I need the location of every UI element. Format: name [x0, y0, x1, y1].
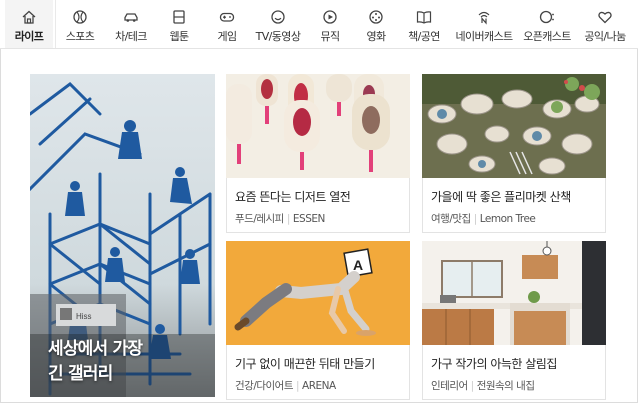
- tab-movie[interactable]: 영화: [354, 0, 398, 48]
- opencast-icon: [539, 10, 554, 24]
- tab-sports[interactable]: 스포츠: [57, 0, 103, 48]
- tab-books-shows[interactable]: 책/공연: [400, 0, 448, 48]
- article-card[interactable]: A 기구 없이 매끈한 뒤태 만들기 건강/다이어트 | ARENA: [226, 241, 410, 400]
- card-category[interactable]: 인테리어: [431, 380, 468, 392]
- tab-opencast[interactable]: 오픈캐스트: [518, 0, 576, 48]
- card-caption: 요즘 뜬다는 디저트 열전 푸드/레시피 | ESSEN: [226, 178, 410, 233]
- featured-title-line2: 긴 갤러리: [48, 364, 113, 384]
- card-category[interactable]: 여행/맛집: [431, 213, 471, 225]
- category-nav: 라이프 스포츠 차/테크 웹툰 게임 TV/동영상 뮤직 영화 책/공연 네이버…: [0, 0, 638, 49]
- card-caption: 가구 작가의 아늑한 살림집 인테리어 | 전원속의 내집: [422, 345, 606, 400]
- interior-thumbnail: [422, 241, 606, 345]
- tab-label: 공익/나눔: [584, 30, 626, 43]
- tab-label: 영화: [366, 30, 386, 43]
- svg-text:A: A: [353, 257, 363, 273]
- tab-label: TV/동영상: [255, 30, 301, 43]
- cast-icon: [478, 11, 490, 25]
- fitness-thumbnail: A: [226, 241, 410, 345]
- tab-music[interactable]: 뮤직: [308, 0, 352, 48]
- meta-divider: |: [286, 213, 291, 225]
- featured-title-line1: 세상에서 가장: [48, 339, 143, 359]
- card-source[interactable]: Lemon Tree: [480, 213, 536, 225]
- tab-label: 차/테크: [115, 30, 147, 43]
- tab-label: 오픈캐스트: [523, 30, 571, 43]
- tab-label: 게임: [217, 30, 237, 43]
- meta-divider: |: [296, 380, 300, 392]
- tab-navercast[interactable]: 네이버캐스트: [452, 0, 516, 48]
- film-reel-icon: [369, 10, 383, 24]
- article-card[interactable]: 가구 작가의 아늑한 살림집 인테리어 | 전원속의 내집: [422, 241, 606, 400]
- card-meta: 건강/다이어트 | ARENA: [235, 378, 401, 393]
- tab-car-tech[interactable]: 차/테크: [108, 0, 154, 48]
- tab-game[interactable]: 게임: [204, 0, 250, 48]
- sign-text: Hiss: [76, 312, 92, 321]
- featured-title[interactable]: 세상에서 가장 긴 갤러리: [48, 337, 143, 387]
- open-book-icon: [416, 11, 432, 24]
- card-source[interactable]: ESSEN: [293, 213, 325, 225]
- flea-market-thumbnail: [422, 74, 606, 178]
- gamepad-icon: [219, 12, 235, 22]
- tab-label: 뮤직: [320, 30, 340, 43]
- card-meta: 여행/맛집 | Lemon Tree: [431, 211, 597, 226]
- tab-tv-video[interactable]: TV/동영상: [252, 0, 304, 48]
- nav-divider: [55, 0, 56, 48]
- book-icon: [173, 10, 185, 24]
- article-card[interactable]: 가을에 딱 좋은 플리마켓 산책 여행/맛집 | Lemon Tree: [422, 74, 606, 233]
- tab-label: 책/공연: [408, 30, 440, 43]
- card-meta: 푸드/레시피 | ESSEN: [235, 211, 401, 226]
- tab-public-sharing[interactable]: 공익/나눔: [580, 0, 630, 48]
- house-icon: [22, 10, 36, 24]
- tab-label: 웹툰: [169, 30, 189, 43]
- article-card[interactable]: 요즘 뜬다는 디저트 열전 푸드/레시피 | ESSEN: [226, 74, 410, 233]
- ball-icon: [73, 10, 87, 24]
- card-caption: 가을에 딱 좋은 플리마켓 산책 여행/맛집 | Lemon Tree: [422, 178, 606, 233]
- meta-divider: |: [473, 213, 478, 225]
- card-title[interactable]: 기구 없이 매끈한 뒤태 만들기: [235, 345, 401, 372]
- card-title[interactable]: 가구 작가의 아늑한 살림집: [431, 345, 597, 372]
- card-source[interactable]: 전원속의 내집: [477, 380, 535, 392]
- tab-label: 라이프: [14, 30, 44, 43]
- smiley-icon: [271, 10, 285, 24]
- card-title[interactable]: 가을에 딱 좋은 플리마켓 산책: [431, 178, 597, 205]
- car-icon: [124, 13, 138, 22]
- featured-gallery-card[interactable]: Hiss 세상에서 가장 긴 갤러리: [30, 74, 215, 397]
- tab-life[interactable]: 라이프: [5, 0, 53, 48]
- card-caption: 기구 없이 매끈한 뒤태 만들기 건강/다이어트 | ARENA: [226, 345, 410, 400]
- tab-webtoon[interactable]: 웹툰: [156, 0, 202, 48]
- play-icon: [323, 10, 337, 24]
- card-source[interactable]: ARENA: [302, 380, 336, 392]
- heart-icon: [598, 11, 612, 24]
- card-category[interactable]: 건강/다이어트: [235, 380, 294, 392]
- tab-label: 스포츠: [65, 30, 95, 43]
- tab-label: 네이버캐스트: [455, 30, 513, 43]
- meta-divider: |: [470, 380, 475, 392]
- card-meta: 인테리어 | 전원속의 내집: [431, 378, 597, 393]
- dessert-thumbnail: [226, 74, 410, 178]
- card-title[interactable]: 요즘 뜬다는 디저트 열전: [235, 178, 401, 205]
- card-category[interactable]: 푸드/레시피: [235, 213, 284, 225]
